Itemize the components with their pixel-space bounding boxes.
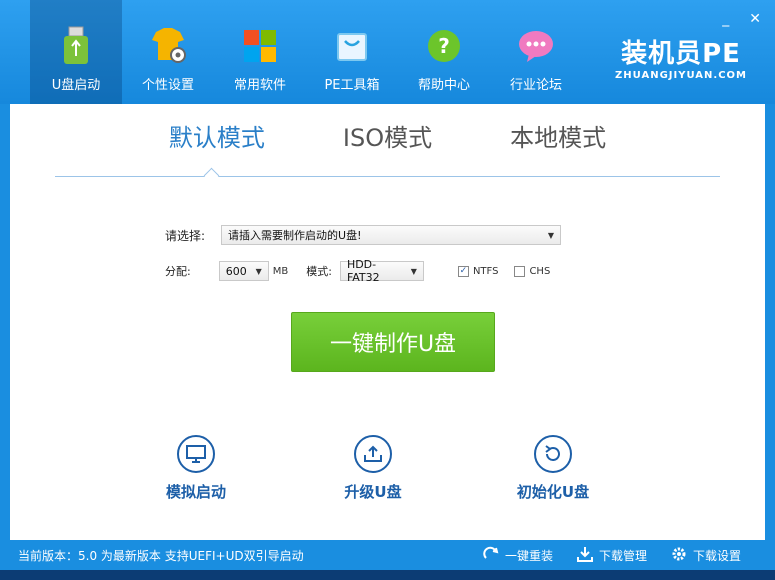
mode-tabs: 默认模式 ISO模式 本地模式: [10, 118, 765, 158]
footer-label: 一键重装: [504, 549, 553, 563]
refresh-icon: [534, 435, 572, 473]
mode-select[interactable]: HDD-FAT32 ▼: [339, 258, 424, 284]
nav-item-pe-toolbox[interactable]: PE工具箱: [306, 0, 398, 104]
tab-default-mode[interactable]: 默认模式: [169, 118, 265, 158]
action-label: 模拟启动: [165, 483, 226, 501]
reinstall-icon: [483, 546, 499, 565]
monitor-icon: [177, 435, 215, 473]
main-panel: 默认模式 ISO模式 本地模式 请选择: 请插入需要制作启动的U盘! ▼ 分配:…: [10, 104, 765, 540]
nav-item-software[interactable]: 常用软件: [214, 0, 306, 104]
chevron-down-icon: ▼: [255, 266, 262, 276]
top-nav: U盘启动 个性设置 常用软件 PE工具箱 ? 帮助中心 行业论坛: [30, 0, 582, 104]
taskbar-strip: [0, 570, 775, 580]
chs-checkbox[interactable]: [514, 265, 526, 277]
close-button[interactable]: ✕: [749, 12, 761, 26]
download-manager-button[interactable]: 下载管理: [576, 546, 647, 565]
select-label: 请选择:: [165, 228, 206, 243]
window-controls: _ ✕: [722, 12, 761, 26]
make-usb-button[interactable]: 一键制作U盘: [291, 312, 495, 372]
windows-icon: [240, 26, 280, 66]
svg-text:?: ?: [438, 34, 450, 58]
nav-label: 常用软件: [233, 78, 286, 93]
version-status: 当前版本：5.0 为最新版本 支持UEFI+UD双引导启动: [18, 549, 304, 563]
chevron-down-icon: ▼: [410, 266, 417, 276]
active-tab-indicator: [203, 167, 220, 184]
chevron-down-icon: ▼: [547, 230, 555, 240]
upload-icon: [354, 435, 392, 473]
action-label: 初始化U盘: [516, 483, 590, 501]
simulate-boot-button[interactable]: 模拟启动: [146, 435, 246, 502]
status-bar: 当前版本：5.0 为最新版本 支持UEFI+UD双引导启动 一键重装 下载管理 …: [0, 540, 775, 570]
nav-label: U盘启动: [51, 78, 101, 93]
action-label: 升级U盘: [344, 483, 402, 501]
ntfs-checkbox[interactable]: ✓: [457, 265, 469, 277]
nav-item-help-center[interactable]: ? 帮助中心: [398, 0, 490, 104]
brand-logo: 装机员PE ZHUANGJIYUAN.COM: [615, 40, 747, 81]
toolbox-icon: [332, 26, 372, 66]
tab-local-mode[interactable]: 本地模式: [510, 118, 606, 158]
download-icon: [576, 546, 593, 565]
download-settings-button[interactable]: 下载设置: [671, 546, 741, 565]
alloc-unit: MB: [272, 265, 289, 277]
drive-select-value: 请插入需要制作启动的U盘!: [228, 229, 362, 242]
drive-select-row: 请选择: 请插入需要制作启动的U盘! ▼: [165, 225, 562, 245]
header-bar: _ ✕ U盘启动 个性设置 常用软件 PE工具箱 ? 帮助中心 行业论坛 装机员…: [0, 0, 775, 104]
footer-label: 下载管理: [598, 549, 647, 563]
drive-select[interactable]: 请插入需要制作启动的U盘! ▼: [221, 225, 562, 245]
options-row: 分配: 600 ▼ MB 模式: HDD-FAT32 ▼ ✓ NTFS CHS: [165, 258, 551, 284]
alloc-value: 600: [225, 264, 247, 278]
nav-item-forum[interactable]: 行业论坛: [490, 0, 582, 104]
brand-subtitle: ZHUANGJIYUAN.COM: [615, 70, 747, 81]
chat-icon: [516, 26, 556, 66]
mode-label: 模式:: [306, 265, 332, 278]
minimize-button[interactable]: _: [722, 12, 729, 26]
app-window: _ ✕ U盘启动 个性设置 常用软件 PE工具箱 ? 帮助中心 行业论坛 装机员…: [0, 0, 775, 580]
chs-label: CHS: [529, 265, 551, 277]
question-icon: ?: [424, 26, 464, 66]
footer-buttons: 一键重装 下载管理 下载设置: [483, 546, 741, 565]
nav-label: PE工具箱: [324, 78, 380, 93]
nav-label: 帮助中心: [417, 78, 470, 93]
init-usb-button[interactable]: 初始化U盘: [503, 435, 603, 502]
brand-title: 装机员PE: [621, 39, 741, 69]
usb-icon: [56, 26, 96, 66]
one-click-reinstall-button[interactable]: 一键重装: [483, 546, 553, 565]
tab-iso-mode[interactable]: ISO模式: [343, 118, 432, 158]
nav-item-personalize[interactable]: 个性设置: [122, 0, 214, 104]
upgrade-usb-button[interactable]: 升级U盘: [323, 435, 423, 502]
mode-value: HDD-FAT32: [346, 258, 380, 284]
settings-gear-icon: [671, 546, 687, 565]
alloc-select[interactable]: 600 ▼: [218, 261, 269, 281]
alloc-label: 分配:: [165, 265, 191, 278]
footer-label: 下载设置: [692, 549, 741, 563]
tab-divider: [55, 176, 720, 177]
nav-label: 个性设置: [141, 78, 194, 93]
ntfs-label: NTFS: [472, 265, 499, 277]
shirt-gear-icon: [148, 26, 188, 66]
nav-item-usb-boot[interactable]: U盘启动: [30, 0, 122, 104]
nav-label: 行业论坛: [509, 78, 562, 93]
